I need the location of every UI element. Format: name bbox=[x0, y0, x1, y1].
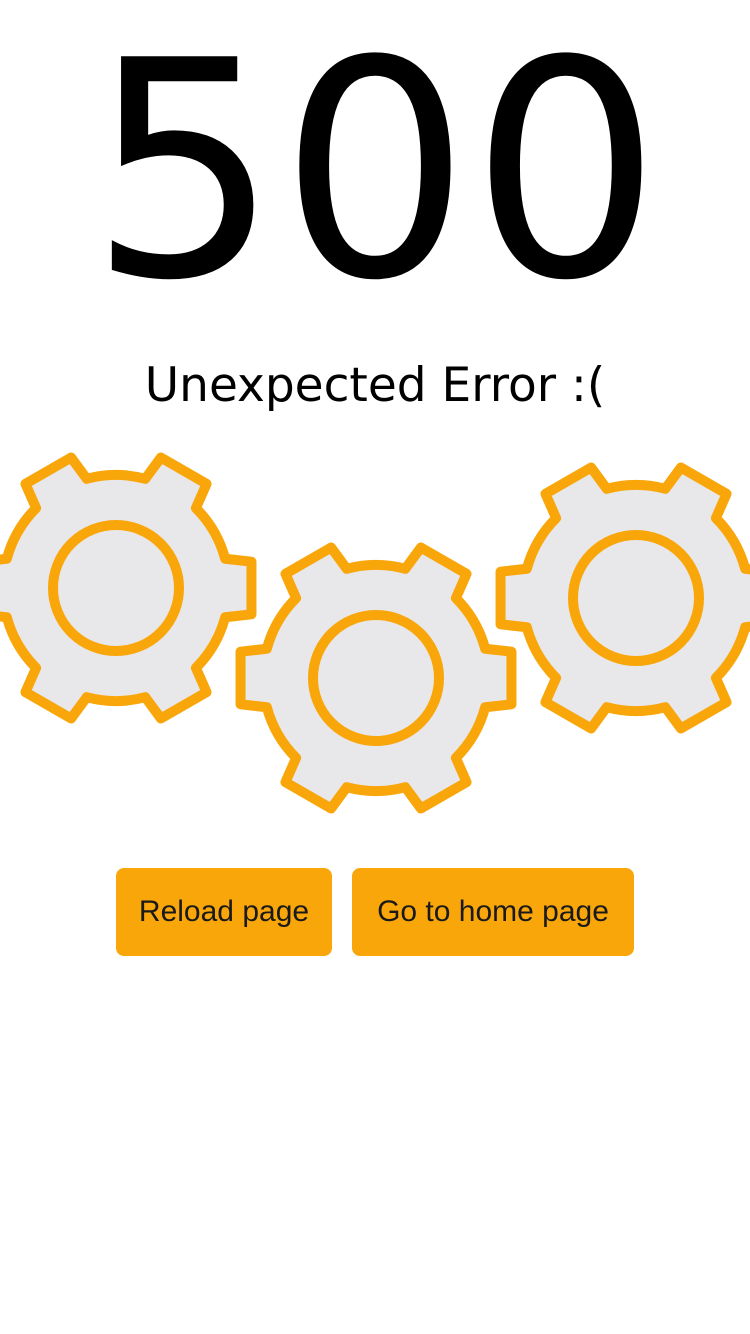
gear-hub bbox=[568, 530, 704, 666]
gear-left-icon bbox=[0, 452, 257, 724]
action-buttons: Reload page Go to home page bbox=[0, 868, 750, 956]
gear-right-icon bbox=[495, 462, 750, 734]
error-message: Unexpected Error :( bbox=[144, 358, 606, 413]
gear-hub bbox=[308, 610, 444, 746]
reload-page-button[interactable]: Reload page bbox=[116, 868, 332, 956]
error-code: 500 bbox=[88, 0, 662, 346]
gears-icon bbox=[0, 452, 750, 814]
gear-hub bbox=[48, 520, 184, 656]
gear-center-icon bbox=[235, 542, 517, 814]
go-to-home-page-button[interactable]: Go to home page bbox=[352, 868, 634, 956]
